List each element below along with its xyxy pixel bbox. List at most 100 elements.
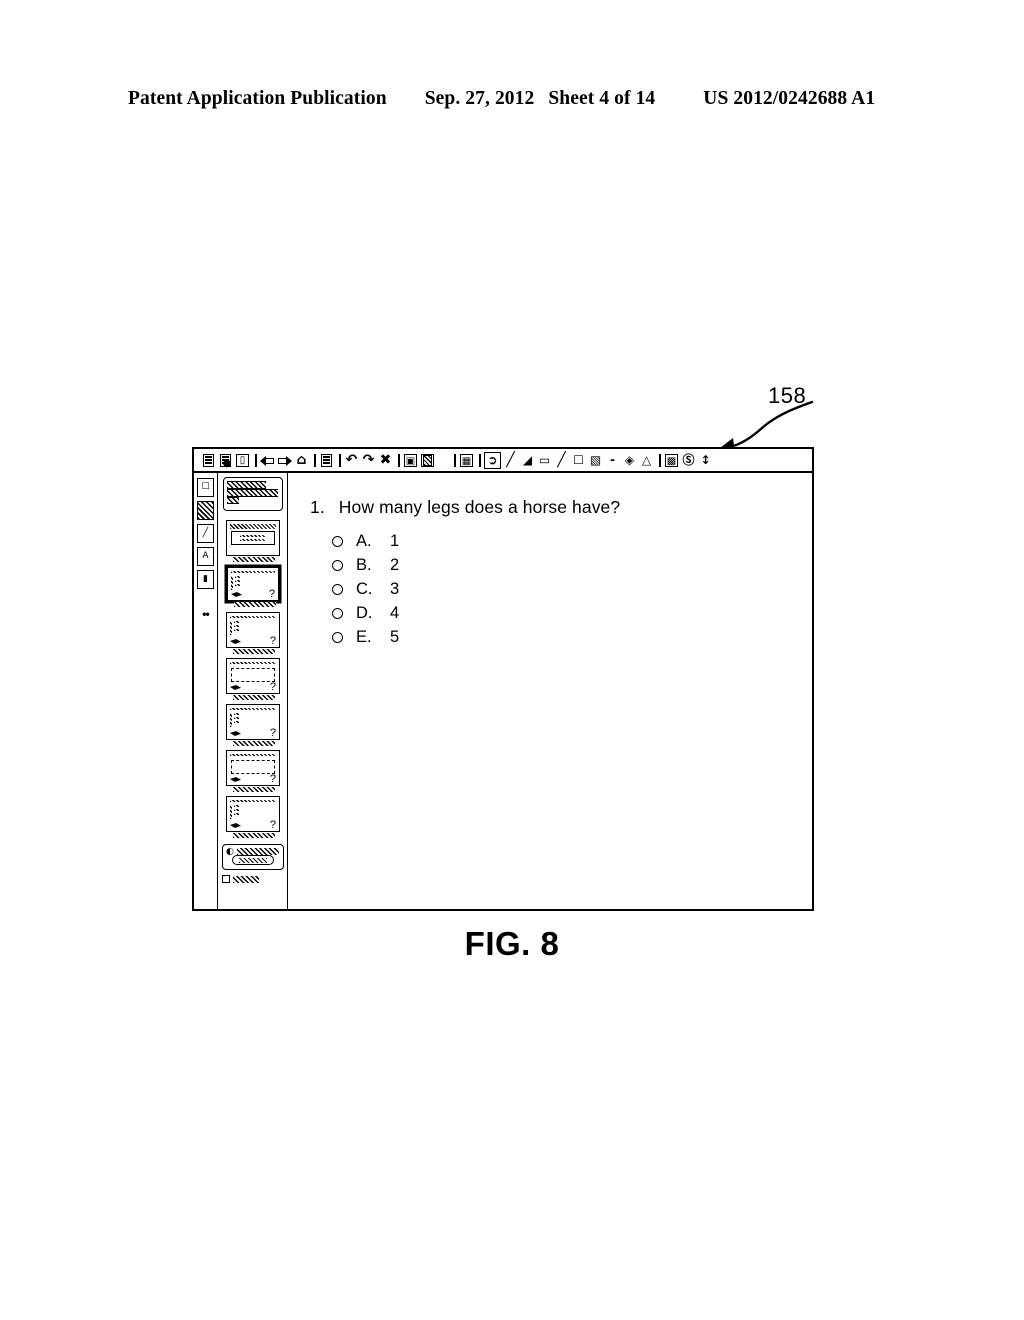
line-icon[interactable]: ╱: [554, 452, 569, 468]
figure-caption: FIG. 8: [464, 925, 560, 962]
sidebar-item-pages[interactable]: ☐: [197, 478, 214, 497]
publication-label: Patent Application Publication: [128, 88, 387, 109]
back-arrow-icon[interactable]: [260, 453, 275, 468]
thumb-choice-line: [234, 813, 239, 815]
thumb-choice-line: [234, 717, 239, 719]
table-grid-icon[interactable]: ▦: [459, 453, 474, 468]
list-item[interactable]: ?: [226, 612, 280, 654]
sidebar-item-text[interactable]: A: [197, 547, 214, 566]
status-checkbox-icon[interactable]: [222, 875, 230, 883]
sidebar-more-indicator[interactable]: ••: [202, 608, 209, 620]
answer-bubble-e[interactable]: [332, 632, 343, 643]
application-window: ● ▯ ⌂ ↶ ↷ ✖ ▣ ▦ ➲ ╱ ◢ ▭ ╱ ☐ ▧ ⁃ ◈ △ ▩ Ⓢ …: [192, 447, 814, 911]
thumb-mark-blob: [230, 639, 241, 644]
thumb-choices-bar: [230, 805, 232, 819]
thumb-mark-blob: [230, 777, 241, 782]
answer-bubble-a[interactable]: [332, 536, 343, 547]
thumb-choice-line: [235, 584, 240, 586]
wifi-icon: ◐: [226, 847, 234, 857]
thumb-shadow: [233, 695, 275, 700]
highlighter-icon[interactable]: ◢: [520, 453, 535, 468]
delete-icon[interactable]: ✖: [378, 452, 393, 468]
thumb-choice-line: [234, 805, 239, 807]
title-slide-thumbnail[interactable]: [223, 477, 283, 511]
thumb-shadow: [233, 741, 275, 746]
answer-choices-list: A. 1 B. 2 C. 3 D. 4 E. 5: [332, 530, 812, 649]
answer-value-b: 2: [390, 556, 400, 574]
thumb-shadow: [233, 833, 275, 838]
toolbar-separator-6: [479, 453, 481, 467]
thumb-choice-line: [235, 580, 240, 582]
answer-choice-c[interactable]: C. 3: [332, 578, 812, 601]
title-line-2: [227, 489, 278, 497]
answer-choice-b[interactable]: B. 2: [332, 554, 812, 577]
list-item[interactable]: ?: [226, 796, 280, 838]
toolbar-separator-5: [454, 453, 456, 467]
thumb-shadow: [233, 787, 275, 792]
publication-date: Sep. 27, 2012: [424, 88, 535, 109]
thumb-choices-bar: [230, 713, 232, 727]
thumb-choices-bar: [231, 576, 233, 590]
forward-arrow-icon[interactable]: [277, 453, 292, 468]
paint-bucket-icon[interactable]: ◈: [622, 453, 637, 468]
thumb-shadow: [234, 602, 276, 607]
list-item[interactable]: [226, 520, 280, 562]
thumbnail-panel[interactable]: ? ? ? ? ? ? ◐: [218, 473, 288, 909]
undo-icon[interactable]: ↶: [344, 452, 359, 468]
status-label-band: [233, 875, 259, 883]
eraser-icon[interactable]: ▭: [537, 453, 552, 468]
redo-icon[interactable]: ↷: [361, 452, 376, 468]
presentation-icon[interactable]: ▣: [403, 453, 418, 468]
answer-choice-e[interactable]: E. 5: [332, 626, 812, 649]
sidebar-rail: ☐ ╱ A ▮ ••: [194, 473, 218, 909]
clock-icon[interactable]: Ⓢ: [681, 453, 696, 468]
answer-bubble-b[interactable]: [332, 560, 343, 571]
answer-value-c: 3: [390, 580, 400, 598]
save-icon[interactable]: ▯: [235, 453, 250, 468]
thumb-header-band: [230, 524, 276, 529]
answer-letter-e: E.: [356, 628, 372, 646]
new-document-icon[interactable]: [201, 453, 216, 468]
fill-icon[interactable]: ▧: [588, 453, 603, 468]
triangle-icon[interactable]: △: [639, 453, 654, 468]
slideshow-icon[interactable]: [420, 453, 435, 468]
thumb-choices-bar: [230, 621, 232, 635]
question-text: How many legs does a horse have?: [338, 497, 621, 517]
thumb-mark-blob: [230, 731, 241, 736]
thumb-question-mark: ?: [269, 681, 276, 693]
answer-bubble-d[interactable]: [332, 608, 343, 619]
select-pointer-icon[interactable]: ➲: [484, 451, 501, 469]
rectangle-icon[interactable]: ☐: [571, 453, 586, 468]
list-item[interactable]: ?: [226, 658, 280, 700]
slide-canvas[interactable]: 1. How many legs does a horse have? A. 1…: [288, 473, 812, 909]
list-item[interactable]: ?: [226, 704, 280, 746]
summary-pill: [232, 855, 274, 865]
sidebar-item-device[interactable]: ▮: [197, 570, 214, 589]
text-box-icon[interactable]: ▩: [664, 453, 679, 468]
list-item[interactable]: ?: [226, 750, 280, 792]
thumb-mark-blob: [231, 592, 242, 597]
vertical-resize-icon[interactable]: ↕: [698, 453, 713, 468]
thumb-title-line: [230, 662, 276, 664]
shapes-icon[interactable]: ⁃: [605, 453, 620, 468]
sidebar-item-images[interactable]: [197, 501, 214, 520]
thumb-choice-line: [234, 809, 239, 811]
pen-icon[interactable]: ╱: [503, 452, 518, 468]
answer-choice-d[interactable]: D. 4: [332, 602, 812, 625]
home-icon[interactable]: ⌂: [294, 452, 309, 468]
thumb-choice-line: [234, 629, 239, 631]
thumb-content-box: [231, 531, 275, 545]
answer-choice-a[interactable]: A. 1: [332, 530, 812, 553]
open-document-icon[interactable]: ●: [218, 453, 233, 469]
window-body: ☐ ╱ A ▮ •• ? ? ? ? ? ? ◐ 1. How many leg…: [194, 473, 812, 909]
answer-value-e: 5: [390, 628, 400, 646]
toolbar-separator-4: [398, 453, 400, 467]
list-item[interactable]: ?: [226, 566, 280, 607]
paste-icon[interactable]: [319, 453, 334, 468]
thumb-text-line: [240, 535, 266, 537]
title-line-1: [227, 481, 266, 489]
sidebar-item-annotate[interactable]: ╱: [197, 524, 214, 543]
answer-bubble-c[interactable]: [332, 584, 343, 595]
summary-slide-thumbnail[interactable]: ◐: [222, 844, 284, 870]
answer-letter-d: D.: [356, 604, 373, 622]
